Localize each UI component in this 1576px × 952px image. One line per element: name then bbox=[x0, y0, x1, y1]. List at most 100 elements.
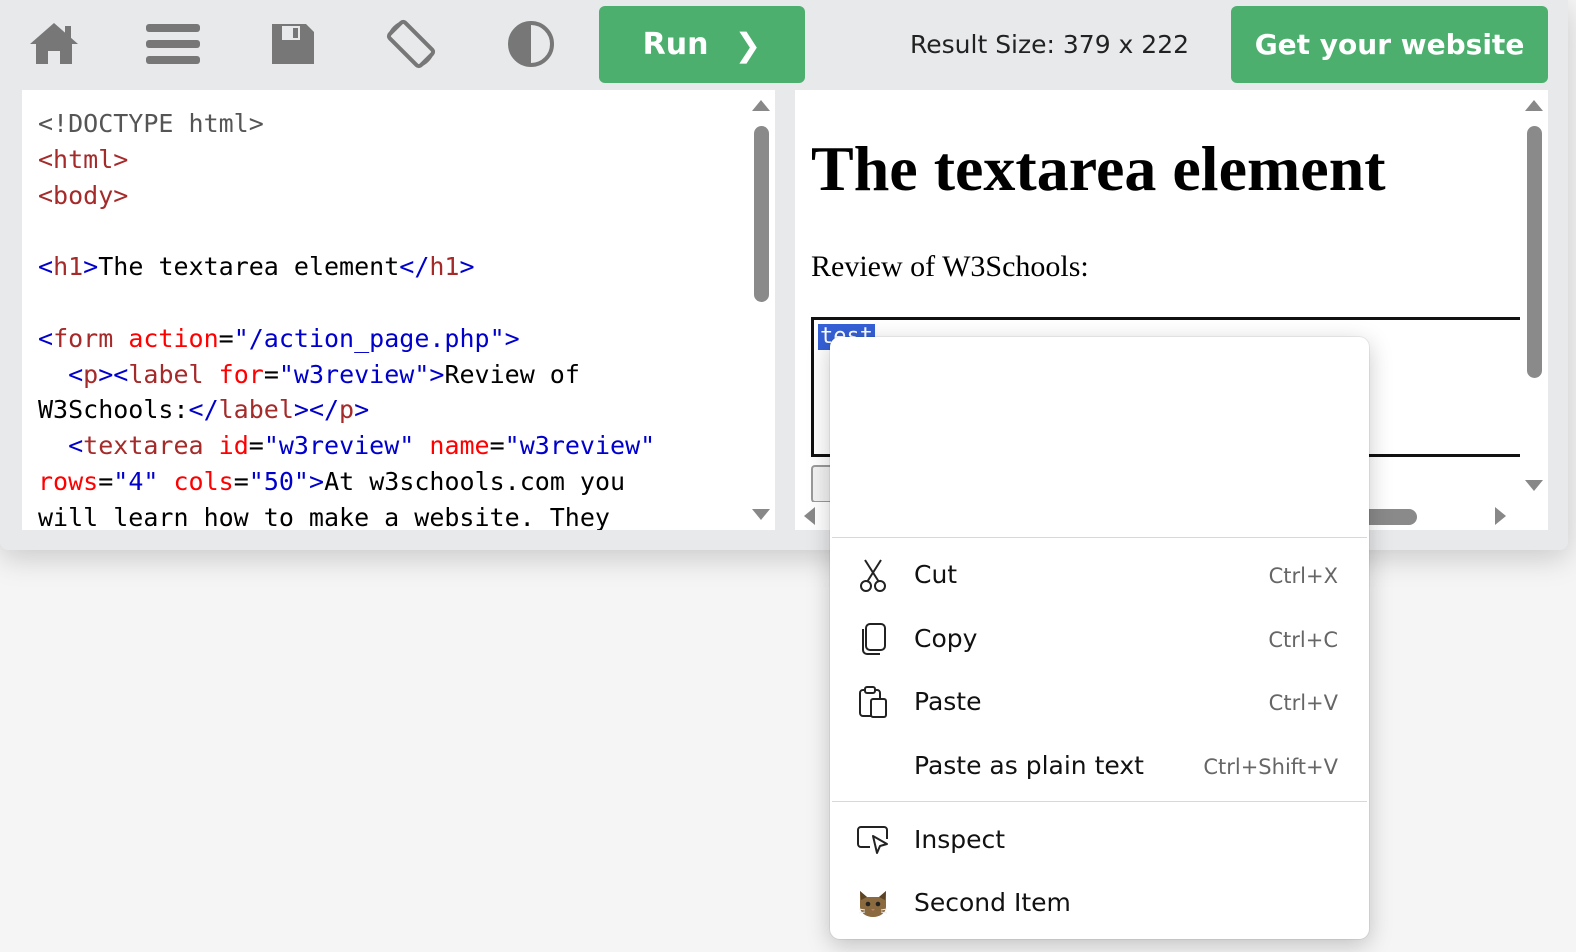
code-token: < bbox=[68, 359, 84, 389]
code-token: id bbox=[218, 431, 249, 461]
code-token: = bbox=[263, 359, 279, 389]
menu-icon[interactable] bbox=[143, 14, 203, 74]
result-vertical-scrollbar[interactable] bbox=[1520, 90, 1548, 502]
code-token: > bbox=[354, 395, 370, 425]
code-token: </ bbox=[399, 252, 430, 282]
code-line[interactable]: <!DOCTYPE html> bbox=[38, 106, 655, 142]
code-scroll-thumb[interactable] bbox=[754, 126, 769, 302]
menu-separator bbox=[832, 537, 1367, 538]
code-line[interactable]: <p><label for="w3review">Review of bbox=[38, 357, 655, 393]
code-line[interactable]: <textarea id="w3review" name="w3review" bbox=[38, 428, 655, 464]
code-token: label bbox=[218, 395, 294, 425]
code-token: "50" bbox=[248, 466, 309, 496]
copy-icon bbox=[856, 622, 890, 656]
code-token: ></ bbox=[293, 395, 340, 425]
code-token: < bbox=[38, 252, 54, 282]
result-heading: The textarea element bbox=[811, 133, 1386, 204]
scroll-down-arrow-icon[interactable] bbox=[1525, 480, 1543, 491]
code-token: textarea bbox=[83, 431, 219, 461]
menu-item-inspect[interactable]: Inspect bbox=[830, 809, 1369, 869]
inspect-icon bbox=[856, 823, 890, 857]
code-token: = bbox=[248, 431, 264, 461]
menu-item-paste[interactable]: Paste Ctrl+V bbox=[830, 671, 1369, 731]
code-editor[interactable]: <!DOCTYPE html> <html> <body> <h1>The texta… bbox=[22, 90, 775, 530]
scissors-icon bbox=[856, 558, 890, 592]
menu-separator bbox=[832, 801, 1367, 802]
result-label[interactable]: Review of W3Schools: bbox=[811, 250, 1089, 284]
result-scroll-thumb[interactable] bbox=[1527, 126, 1542, 378]
scroll-left-arrow-icon[interactable] bbox=[804, 507, 815, 525]
home-icon[interactable] bbox=[24, 14, 84, 74]
code-token: > bbox=[83, 252, 99, 282]
code-token: will learn how to make a website. They bbox=[38, 502, 610, 530]
run-button[interactable]: Run ❯ bbox=[599, 6, 805, 83]
scroll-down-arrow-icon[interactable] bbox=[752, 509, 770, 520]
menu-item-copy[interactable]: Copy Ctrl+C bbox=[830, 608, 1369, 668]
run-label: Run bbox=[642, 27, 709, 62]
code-line[interactable]: <html> bbox=[38, 142, 655, 178]
code-line[interactable]: <h1>The textarea element</h1> bbox=[38, 249, 655, 285]
code-token: "/action_page.php" bbox=[233, 323, 505, 353]
code-line[interactable]: will learn how to make a website. They bbox=[38, 500, 655, 530]
code-token: cols bbox=[173, 466, 234, 496]
code-token: for bbox=[218, 359, 264, 389]
code-vertical-scrollbar[interactable] bbox=[747, 90, 775, 530]
menu-item-shortcut: Ctrl+C bbox=[1268, 628, 1338, 652]
code-line[interactable]: <body> bbox=[38, 178, 655, 214]
scroll-up-arrow-icon[interactable] bbox=[1525, 100, 1543, 111]
code-token: <body> bbox=[38, 180, 129, 210]
code-token: <!DOCTYPE html> bbox=[38, 109, 264, 138]
code-line[interactable]: <form action="/action_page.php"> bbox=[38, 321, 655, 357]
menu-item-label: Inspect bbox=[914, 825, 1006, 854]
chevron-right-icon: ❯ bbox=[734, 25, 762, 64]
result-size-text: Result Size: 379 x 222 bbox=[910, 30, 1190, 59]
code-token: "w3review" bbox=[263, 431, 430, 461]
code-token: form bbox=[53, 323, 129, 353]
code-token: p bbox=[339, 395, 355, 425]
rotate-icon[interactable] bbox=[381, 14, 441, 74]
code-line[interactable] bbox=[38, 285, 655, 321]
code-token: "w3review" bbox=[278, 359, 430, 389]
menu-item-label: Paste bbox=[914, 687, 982, 716]
code-line[interactable] bbox=[38, 213, 655, 249]
menu-item-label: Cut bbox=[914, 560, 958, 589]
menu-item-label: Second Item bbox=[914, 888, 1071, 917]
code-line[interactable]: W3Schools:</label></p> bbox=[38, 392, 655, 428]
scroll-up-arrow-icon[interactable] bbox=[752, 100, 770, 111]
menu-item-second[interactable]: Second Item bbox=[830, 872, 1369, 932]
code-token: "w3review" bbox=[504, 431, 656, 461]
code-token: = bbox=[218, 323, 234, 353]
code-token: <html> bbox=[38, 144, 129, 174]
cat-icon bbox=[856, 886, 890, 920]
menu-item-shortcut: Ctrl+Shift+V bbox=[1203, 755, 1338, 779]
clipboard-icon bbox=[856, 685, 890, 719]
code-token: name bbox=[429, 431, 490, 461]
code-token: h1 bbox=[429, 252, 460, 282]
code-token: </ bbox=[188, 395, 219, 425]
code-token: At w3schools.com you bbox=[324, 466, 626, 496]
save-icon[interactable] bbox=[262, 14, 322, 74]
code-token: The textarea element bbox=[98, 252, 400, 282]
toolbar: Run ❯ Result Size: 379 x 222 Get your we… bbox=[0, 0, 1568, 90]
menu-item-label: Copy bbox=[914, 624, 978, 653]
code-token: p bbox=[83, 359, 99, 389]
menu-item-label: Paste as plain text bbox=[914, 751, 1144, 780]
code-token: = bbox=[489, 431, 505, 461]
code-token: W3Schools: bbox=[38, 395, 189, 425]
menu-item-paste-plain[interactable]: Paste as plain text Ctrl+Shift+V bbox=[830, 735, 1369, 795]
contrast-icon[interactable] bbox=[501, 14, 561, 74]
menu-item-cut[interactable]: Cut Ctrl+X bbox=[830, 544, 1369, 604]
menu-item-shortcut: Ctrl+X bbox=[1268, 564, 1338, 588]
code-token: action bbox=[128, 323, 219, 353]
code-token: < bbox=[38, 323, 54, 353]
code-token: > bbox=[459, 252, 475, 282]
code-line[interactable]: rows="4" cols="50">At w3schools.com you bbox=[38, 464, 655, 500]
context-menu: Cut Ctrl+X Copy Ctrl+C Paste Ctrl+V Past… bbox=[830, 337, 1369, 939]
scroll-right-arrow-icon[interactable] bbox=[1495, 507, 1506, 525]
code-token: = bbox=[98, 466, 114, 496]
code-token: >< bbox=[98, 359, 129, 389]
code-text[interactable]: <!DOCTYPE html> <html> <body> <h1>The texta… bbox=[38, 106, 655, 530]
get-website-button[interactable]: Get your website bbox=[1231, 6, 1548, 83]
code-token: < bbox=[68, 431, 84, 461]
